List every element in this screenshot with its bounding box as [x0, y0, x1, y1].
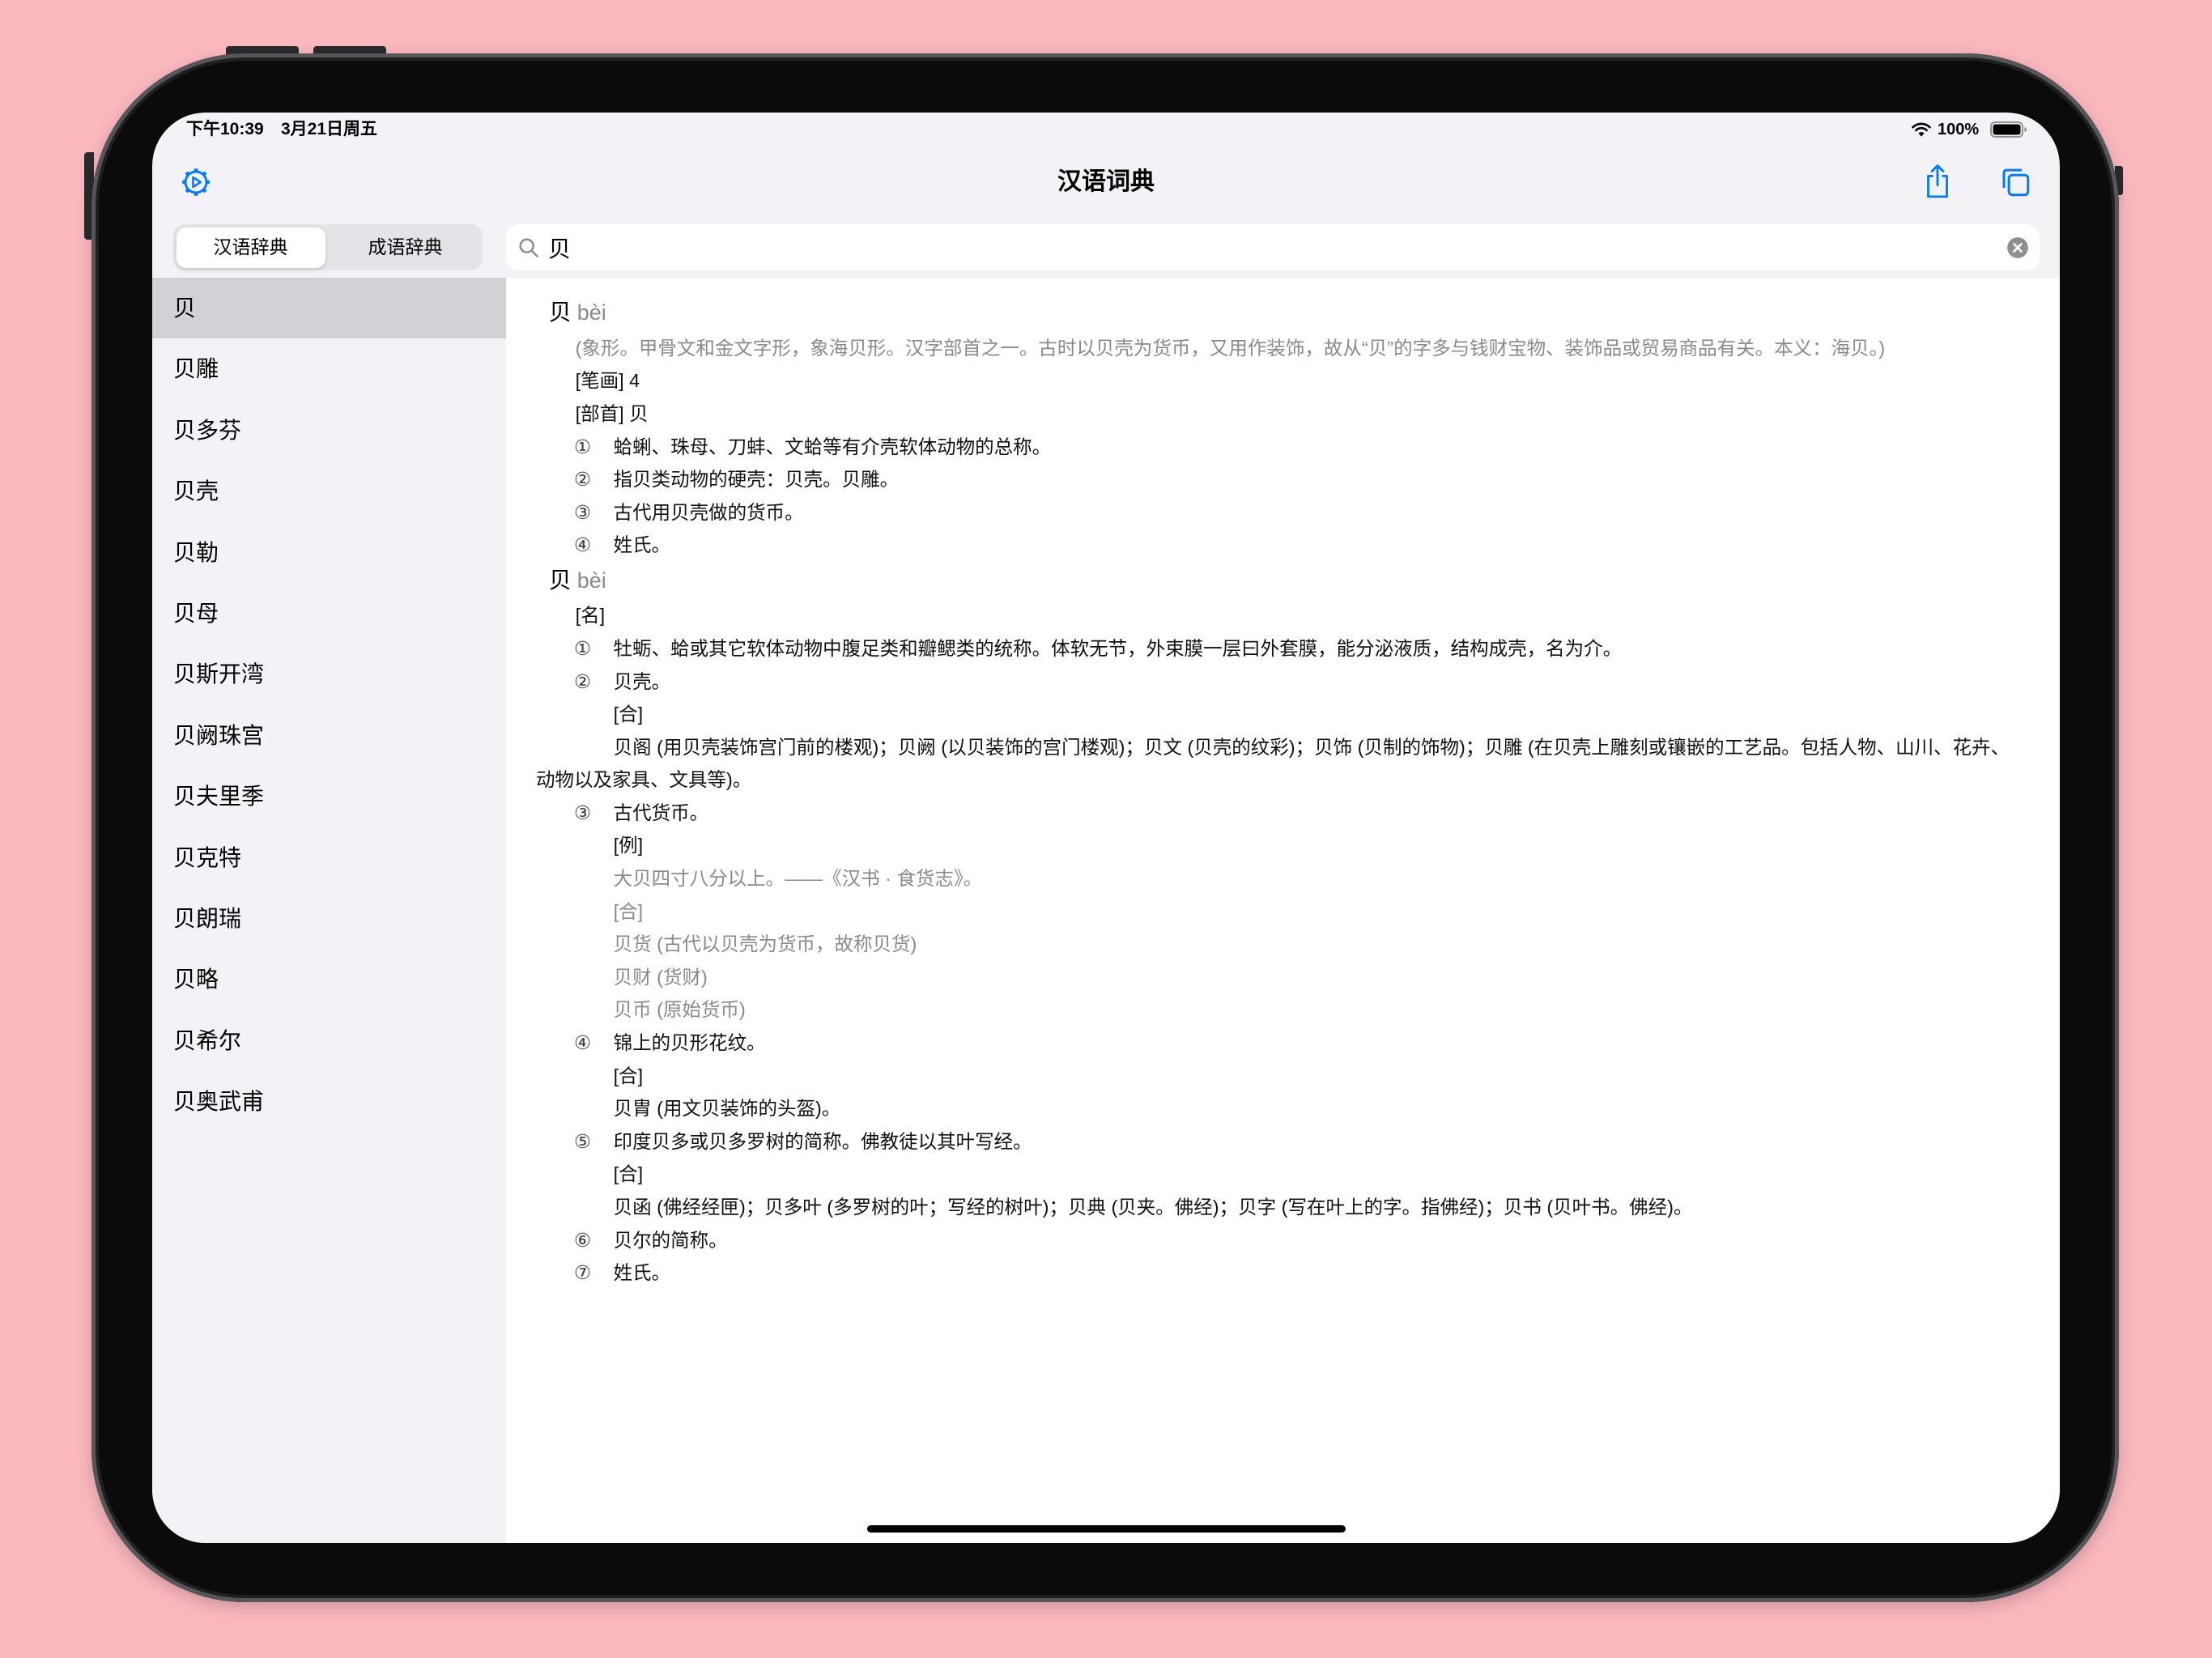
compound-text: 贝财 (货财): [613, 966, 708, 988]
list-item[interactable]: 贝多芬: [152, 400, 506, 461]
entry-pinyin: bèi: [576, 568, 606, 593]
compound-text: 贝阁 (用贝壳装饰宫门前的楼观)；贝阙 (以贝装饰的宫门楼观)；贝文 (贝壳的纹…: [613, 736, 2010, 758]
sense-number: ②: [574, 670, 592, 692]
sense-item: ⑤ 印度贝多或贝多罗树的简称。佛教徒以其叶写经。: [536, 1125, 2060, 1158]
entry-headword: 贝: [548, 300, 572, 325]
etymology-text: (象形。甲骨文和金文字形，象海贝形。汉字部首之一。古时以贝壳为货币，又用作装饰，…: [575, 337, 1886, 359]
list-item[interactable]: 贝阙珠宫: [152, 705, 506, 766]
sense-item: ① 蛤蜊、珠母、刀蚌、文蛤等有介壳软体动物的总称。: [536, 431, 2060, 464]
sense-text: 姓氏。: [613, 534, 671, 556]
definition-panel: 贝 bèi (象形。甲骨文和金文字形，象海贝形。汉字部首之一。古时以贝壳为货币，又…: [506, 278, 2060, 1543]
part-of-speech: [名]: [575, 605, 606, 627]
sense-item: ⑥ 贝尔的简称。: [536, 1224, 2060, 1257]
sense-item: ③ 古代用贝壳做的货币。: [536, 496, 2060, 529]
sense-number: ③: [574, 501, 592, 523]
sense-number: ①: [574, 637, 592, 659]
device-frame: 下午10:39 3月21日周五 100% 汉语词典 汉语辞典 成语辞典 贝 贝 …: [91, 53, 2119, 1602]
compound-label: [合]: [613, 1163, 644, 1185]
sense-item: ③ 古代货币。: [536, 797, 2060, 830]
sense-number: ⑤: [574, 1130, 592, 1152]
screen: 下午10:39 3月21日周五 100% 汉语词典 汉语辞典 成语辞典 贝 贝 …: [152, 113, 2060, 1543]
entry-pinyin: bèi: [576, 300, 606, 325]
compound-text-continued: 动物以及家具、文具等)。: [536, 769, 752, 791]
battery-icon: [1990, 121, 2027, 138]
list-item[interactable]: 贝希尔: [152, 1010, 506, 1071]
entry-header: 贝 bèi: [536, 294, 2060, 331]
sense-text: 姓氏。: [613, 1262, 671, 1284]
sense-text: 贝尔的简称。: [613, 1229, 728, 1251]
copy-icon[interactable]: [1998, 165, 2032, 199]
search-input[interactable]: [548, 224, 1981, 270]
compound-label: [合]: [613, 900, 644, 922]
share-icon[interactable]: [1921, 163, 1954, 200]
sense-text: 古代用贝壳做的货币。: [613, 501, 804, 523]
list-item[interactable]: 贝克特: [152, 827, 506, 888]
sense-text: 古代货币。: [613, 801, 709, 823]
example-label: [例]: [613, 835, 644, 857]
list-item[interactable]: 贝斯开湾: [152, 644, 506, 704]
list-item[interactable]: 贝: [152, 278, 506, 339]
list-item[interactable]: 贝略: [152, 949, 506, 1010]
sense-item: ④ 锦上的贝形花纹。: [536, 1027, 2060, 1060]
dictionary-segmented-control: 汉语辞典 成语辞典: [173, 224, 483, 270]
segment-chinese-dictionary[interactable]: 汉语辞典: [173, 224, 328, 270]
status-date: 3月21日周五: [281, 120, 378, 138]
sense-number: ③: [574, 801, 592, 823]
sense-text: 牡蛎、蛤或其它软体动物中腹足类和瓣鳃类的统称。体软无节，外束膜一层曰外套膜，能分…: [613, 637, 1623, 659]
sense-item: ① 牡蛎、蛤或其它软体动物中腹足类和瓣鳃类的统称。体软无节，外束膜一层曰外套膜，能…: [536, 632, 2060, 665]
list-item[interactable]: 贝奥武甫: [152, 1071, 506, 1132]
compound-label: [合]: [613, 1065, 644, 1086]
sense-number: ⑦: [574, 1262, 592, 1284]
sense-item: ② 指贝类动物的硬壳：贝壳。贝雕。: [536, 463, 2060, 496]
radical: [部首] 贝: [575, 402, 649, 424]
search-bar: [506, 224, 2040, 270]
sense-number: ②: [574, 469, 592, 491]
page-title: 汉语词典: [1057, 168, 1155, 195]
compound-text: 贝币 (原始货币): [613, 999, 746, 1021]
sense-number: ①: [574, 436, 592, 457]
segment-idiom-dictionary[interactable]: 成语辞典: [328, 224, 483, 270]
list-item[interactable]: 贝母: [152, 583, 506, 644]
stroke-count: [笔画] 4: [575, 370, 640, 392]
sense-text: 指贝类动物的硬壳：贝壳。贝雕。: [613, 469, 900, 491]
sense-text: 锦上的贝形花纹。: [613, 1032, 766, 1054]
list-item[interactable]: 贝夫里季: [152, 766, 506, 827]
entry-headword: 贝: [548, 567, 572, 593]
sense-item: ② 贝壳。: [536, 665, 2060, 699]
list-item[interactable]: 贝朗瑞: [152, 888, 506, 949]
example-text: 大贝四寸八分以上。——《汉书 · 食货志》。: [613, 868, 983, 890]
list-item[interactable]: 贝壳: [152, 461, 506, 521]
compound-label: [合]: [613, 704, 644, 725]
sense-number: ④: [574, 534, 592, 556]
wifi-icon: [1912, 122, 1931, 137]
sense-text: 印度贝多或贝多罗树的简称。佛教徒以其叶写经。: [613, 1130, 1032, 1152]
list-item[interactable]: 贝雕: [152, 338, 506, 399]
battery-percentage: 100%: [1938, 121, 1980, 138]
word-list-sidebar: 贝 贝雕 贝多芬 贝壳 贝勒 贝母 贝斯开湾 贝阙珠宫 贝夫里季 贝克特 贝朗瑞…: [152, 278, 506, 1543]
sense-number: ⑥: [574, 1229, 592, 1251]
compound-text: 贝胄 (用文贝装饰的头盔)。: [613, 1098, 841, 1120]
status-time: 下午10:39: [186, 120, 264, 138]
compound-text: 贝函 (佛经经匣)；贝多叶 (多罗树的叶；写经的树叶)；贝典 (贝夹。佛经)；贝…: [613, 1197, 1693, 1218]
clear-icon[interactable]: [2006, 236, 2029, 259]
sense-text: 蛤蜊、珠母、刀蚌、文蛤等有介壳软体动物的总称。: [613, 436, 1052, 457]
sense-text: 贝壳。: [613, 670, 671, 692]
entry-header: 贝 bèi: [536, 562, 2060, 599]
sense-number: ④: [574, 1032, 592, 1054]
home-indicator: [867, 1525, 1346, 1533]
sense-item: ④ 姓氏。: [536, 529, 2060, 562]
list-item[interactable]: 贝勒: [152, 522, 506, 583]
sense-item: ⑦ 姓氏。: [536, 1256, 2060, 1290]
compound-text: 贝货 (古代以贝壳为货币，故称贝货): [613, 933, 917, 955]
magnifier-icon: [519, 237, 538, 257]
